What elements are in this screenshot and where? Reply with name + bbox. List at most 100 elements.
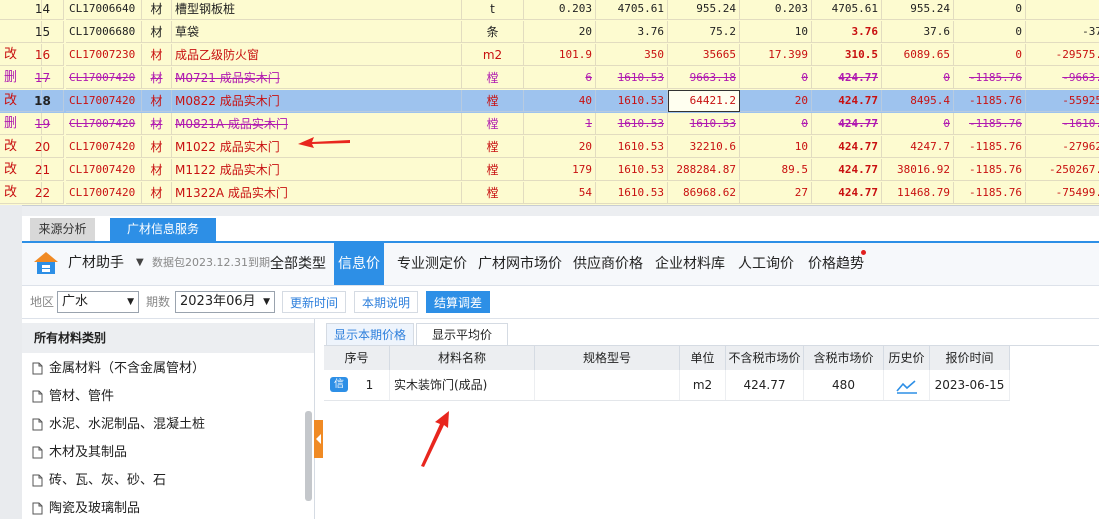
unit-price[interactable]: 1610.53 (596, 182, 668, 204)
price-diff[interactable]: -1185.76 (954, 159, 1026, 181)
settle-amount[interactable]: 8495.4 (882, 90, 954, 112)
material-unit[interactable]: t (462, 0, 524, 20)
amount-edit-cell[interactable]: 64421.2 (668, 90, 740, 112)
material-code[interactable]: CL17007420 (66, 113, 142, 135)
settle-amount[interactable]: 38016.92 (882, 159, 954, 181)
material-code[interactable]: CL17007420 (66, 159, 142, 181)
col-quote-date[interactable]: 报价时间 (930, 346, 1010, 370)
amount-diff[interactable]: -75499. (1026, 182, 1099, 204)
quantity[interactable]: 40 (524, 90, 596, 112)
category-scrollbar[interactable] (305, 411, 312, 501)
settle-quantity[interactable]: 27 (740, 182, 812, 204)
row-price-inc-tax[interactable]: 480 (804, 370, 884, 400)
material-type[interactable]: 材 (142, 0, 172, 20)
nav-labor-inquiry[interactable]: 人工询价 (734, 243, 798, 285)
amount[interactable]: 86968.62 (668, 182, 740, 204)
material-unit[interactable]: 樘 (462, 182, 524, 204)
amount-diff[interactable]: -9663. (1026, 67, 1099, 89)
amount[interactable]: 75.2 (668, 21, 740, 43)
update-time-button[interactable]: 更新时间 (282, 291, 346, 313)
quantity[interactable]: 101.9 (524, 44, 596, 66)
period-select[interactable]: 2023年06月 ▼ (175, 291, 275, 313)
table-row[interactable]: 删 17 CL17007420 材 M0721 成品实木门 樘 6 1610.5… (0, 67, 1099, 90)
settle-adjust-button[interactable]: 结算调差 (426, 291, 490, 313)
nav-all-types[interactable]: 全部类型 (266, 243, 330, 285)
settle-quantity[interactable]: 89.5 (740, 159, 812, 181)
material-code[interactable]: CL17007230 (66, 44, 142, 66)
amount[interactable]: 955.24 (668, 0, 740, 20)
material-code[interactable]: CL17006640 (66, 0, 142, 20)
unit-price[interactable]: 1610.53 (596, 90, 668, 112)
category-item[interactable]: 木材及其制品 (32, 439, 127, 467)
quantity[interactable]: 54 (524, 182, 596, 204)
nav-supplier-price[interactable]: 供应商价格 (569, 243, 647, 285)
amount-diff[interactable]: -1610. (1026, 113, 1099, 135)
unit-price[interactable]: 350 (596, 44, 668, 66)
col-unit[interactable]: 单位 (680, 346, 726, 370)
material-type[interactable]: 材 (142, 90, 172, 112)
category-item[interactable]: 金属材料（不含金属管材） (32, 355, 205, 383)
amount[interactable]: 35665 (668, 44, 740, 66)
settle-price[interactable]: 424.77 (812, 182, 882, 204)
period-notes-button[interactable]: 本期说明 (354, 291, 418, 313)
col-history[interactable]: 历史价 (884, 346, 930, 370)
material-unit[interactable]: 樘 (462, 90, 524, 112)
settle-amount[interactable]: 11468.79 (882, 182, 954, 204)
table-row[interactable]: 改 21 CL17007420 材 M1122 成品实木门 樘 179 1610… (0, 159, 1099, 182)
tab-source-analysis[interactable]: 来源分析 (30, 218, 95, 241)
settle-quantity[interactable]: 0 (740, 113, 812, 135)
settle-quantity[interactable]: 10 (740, 21, 812, 43)
material-code[interactable]: CL17007420 (66, 90, 142, 112)
settle-price[interactable]: 310.5 (812, 44, 882, 66)
settle-price[interactable]: 424.77 (812, 136, 882, 158)
quantity[interactable]: 0.203 (524, 0, 596, 20)
settle-price[interactable]: 424.77 (812, 90, 882, 112)
amount[interactable]: 9663.18 (668, 67, 740, 89)
settle-amount[interactable]: 6089.65 (882, 44, 954, 66)
material-unit[interactable]: 樘 (462, 67, 524, 89)
nav-info-price[interactable]: 信息价 (334, 243, 384, 285)
table-row[interactable]: 14 CL17006640 材 槽型钢板桩 t 0.203 4705.61 95… (0, 0, 1099, 21)
material-name[interactable]: M0822 成品实木门 (172, 90, 462, 112)
settle-price[interactable]: 4705.61 (812, 0, 882, 20)
material-name[interactable]: M1122 成品实木门 (172, 159, 462, 181)
settle-price[interactable]: 424.77 (812, 159, 882, 181)
nav-price-trend[interactable]: 价格趋势 (804, 243, 868, 285)
material-name[interactable]: M0721 成品实木门 (172, 67, 462, 89)
settle-amount[interactable]: 955.24 (882, 0, 954, 20)
material-name[interactable]: 成品乙级防火窗 (172, 44, 462, 66)
material-name[interactable]: M1322A 成品实木门 (172, 182, 462, 204)
category-item[interactable]: 管材、管件 (32, 383, 114, 411)
settle-quantity[interactable]: 20 (740, 90, 812, 112)
material-name[interactable]: 草袋 (172, 21, 462, 43)
material-name[interactable]: 槽型钢板桩 (172, 0, 462, 20)
table-row[interactable]: 改 22 CL17007420 材 M1322A 成品实木门 樘 54 1610… (0, 182, 1099, 205)
table-row[interactable]: 删 19 CL17007420 材 M0821A 成品实木门 樘 1 1610.… (0, 113, 1099, 136)
settle-quantity[interactable]: 0.203 (740, 0, 812, 20)
amount[interactable]: 1610.53 (668, 113, 740, 135)
table-row[interactable]: 改 16 CL17007230 材 成品乙级防火窗 m2 101.9 350 3… (0, 44, 1099, 67)
material-unit[interactable]: m2 (462, 44, 524, 66)
price-diff[interactable]: -1185.76 (954, 67, 1026, 89)
tab-current-price[interactable]: 显示本期价格 (326, 323, 414, 345)
category-item[interactable]: 水泥、水泥制品、混凝土桩 (32, 411, 205, 439)
tab-average-price[interactable]: 显示平均价 (416, 323, 508, 345)
category-item[interactable]: 砖、瓦、灰、砂、石 (32, 467, 166, 495)
nav-enterprise-library[interactable]: 企业材料库 (651, 243, 729, 285)
region-select[interactable]: 广水 ▼ (57, 291, 139, 313)
amount-diff[interactable] (1026, 0, 1099, 20)
history-chart-icon[interactable] (884, 370, 930, 400)
nav-market-price[interactable]: 广材网市场价 (474, 243, 566, 285)
unit-price[interactable]: 4705.61 (596, 0, 668, 20)
unit-price[interactable]: 3.76 (596, 21, 668, 43)
row-price-ex-tax[interactable]: 424.77 (726, 370, 804, 400)
quantity[interactable]: 1 (524, 113, 596, 135)
settle-price[interactable]: 3.76 (812, 21, 882, 43)
quantity[interactable]: 6 (524, 67, 596, 89)
table-row-selected[interactable]: 改 18 CL17007420 材 M0822 成品实木门 樘 40 1610.… (0, 90, 1099, 113)
nav-measured-price[interactable]: 专业测定价 (393, 243, 471, 285)
price-diff[interactable]: -1185.76 (954, 136, 1026, 158)
amount[interactable]: 32210.6 (668, 136, 740, 158)
settle-amount[interactable]: 4247.7 (882, 136, 954, 158)
amount-diff[interactable]: -29575. (1026, 44, 1099, 66)
